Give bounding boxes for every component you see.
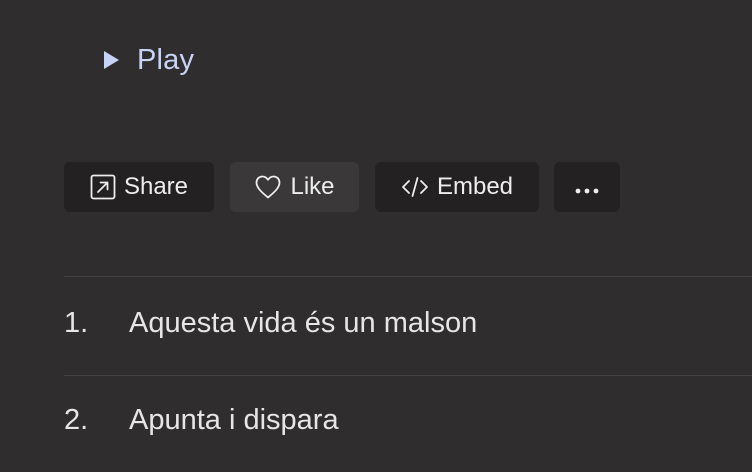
play-button[interactable]: Play bbox=[104, 40, 194, 80]
track-number: 2. bbox=[64, 403, 89, 436]
like-label: Like bbox=[290, 173, 335, 200]
share-label: Share bbox=[123, 173, 189, 200]
share-button[interactable]: Share bbox=[64, 162, 214, 212]
embed-button[interactable]: Embed bbox=[375, 162, 539, 212]
track-title: Aquesta vida és un malson bbox=[129, 306, 478, 339]
track-title: Apunta i dispara bbox=[129, 403, 339, 436]
more-options-button[interactable] bbox=[554, 162, 620, 212]
divider bbox=[64, 375, 752, 376]
track-row[interactable]: 2. Apunta i dispara bbox=[64, 392, 752, 448]
play-label: Play bbox=[137, 43, 195, 76]
code-icon bbox=[401, 175, 429, 199]
track-number: 1. bbox=[64, 306, 89, 339]
divider bbox=[64, 276, 752, 277]
page: Play Share Like Embed 1. Aquesta vida és… bbox=[0, 0, 752, 472]
heart-icon bbox=[254, 174, 282, 200]
track-row[interactable]: 1. Aquesta vida és un malson bbox=[64, 295, 752, 351]
external-link-icon bbox=[90, 174, 116, 200]
like-button[interactable]: Like bbox=[230, 162, 359, 212]
embed-label: Embed bbox=[436, 173, 514, 200]
more-horizontal-icon bbox=[575, 173, 599, 201]
play-icon bbox=[104, 51, 119, 69]
